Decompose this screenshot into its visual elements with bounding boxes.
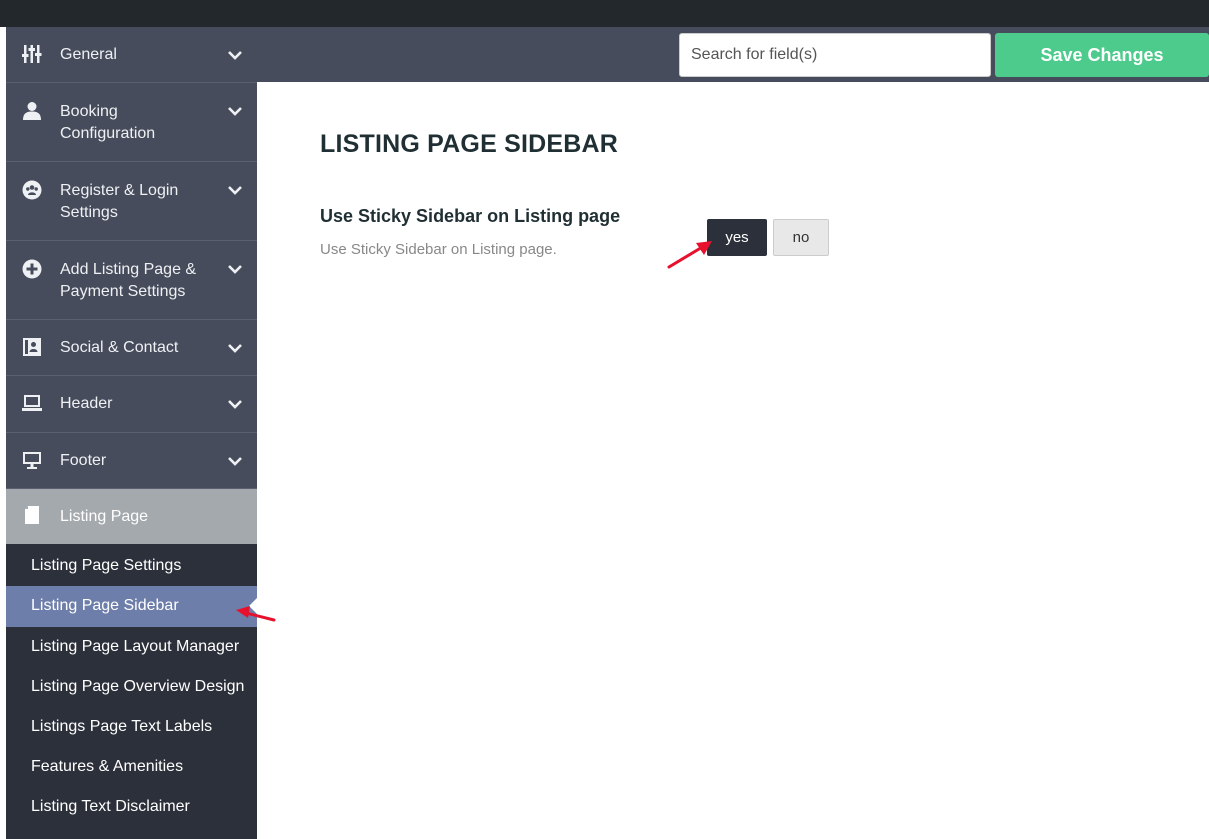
sidebar-item-add-listing-payment[interactable]: Add Listing Page & Payment Settings (6, 241, 257, 320)
field-title: Use Sticky Sidebar on Listing page (320, 206, 621, 226)
sidebar-item-label: Listing Page (60, 508, 149, 525)
field-description: Use Sticky Sidebar on Listing page. (320, 241, 557, 258)
main-content: LISTING PAGE SIDEBAR Use Sticky Sidebar … (257, 82, 1209, 839)
chevron-down-icon (228, 344, 242, 353)
chevron-down-icon (228, 265, 242, 274)
sidebar-item-label: Header (60, 395, 113, 412)
monitor-icon (22, 450, 42, 470)
chevron-down-icon (228, 457, 242, 466)
sidebar-item-header[interactable]: Header (6, 376, 257, 433)
sidebar-item-label: Social & Contact (60, 339, 179, 356)
save-changes-button[interactable]: Save Changes (995, 33, 1209, 77)
toggle-yes-button[interactable]: yes (707, 219, 767, 256)
file-icon (22, 505, 42, 525)
sidebar-item-label: Booking Configuration (60, 103, 156, 142)
sidebar-item-register-login[interactable]: Register & Login Settings (6, 162, 257, 241)
submenu-item-listing-page-sidebar[interactable]: Listing Page Sidebar (6, 586, 257, 627)
submenu-item-listing-page-settings[interactable]: Listing Page Settings (6, 546, 257, 586)
page-title: LISTING PAGE SIDEBAR (320, 130, 619, 158)
chevron-down-icon (228, 51, 242, 60)
sidebar-item-label: Register & Login Settings (60, 182, 179, 221)
user-icon (22, 101, 42, 121)
sidebar-item-social-contact[interactable]: Social & Contact (6, 320, 257, 376)
sidebar-item-label: General (60, 46, 117, 63)
chevron-down-icon (228, 400, 242, 409)
sidebar-item-label: Add Listing Page & Payment Settings (60, 261, 197, 300)
plus-circle-icon (22, 259, 42, 279)
chevron-down-icon (228, 107, 242, 116)
sidebar-item-booking-configuration[interactable]: Booking Configuration (6, 83, 257, 162)
admin-top-bar (0, 0, 1209, 27)
chevron-down-icon (228, 186, 242, 195)
submenu-item-text-disclaimer[interactable]: Listing Text Disclaimer (6, 787, 257, 827)
sidebar-item-listing-page[interactable]: Listing Page (6, 489, 257, 544)
users-circle-icon (22, 180, 42, 200)
listing-page-submenu: Listing Page Settings Listing Page Sideb… (6, 544, 257, 827)
submenu-item-features-amenities[interactable]: Features & Amenities (6, 747, 257, 787)
submenu-item-text-labels[interactable]: Listings Page Text Labels (6, 707, 257, 747)
options-sidebar: General Booking Configuration Register &… (6, 27, 257, 839)
submenu-item-layout-manager[interactable]: Listing Page Layout Manager (6, 627, 257, 667)
laptop-icon (22, 393, 42, 413)
options-header: Save Changes (257, 27, 1209, 82)
sidebar-item-label: Footer (60, 452, 107, 469)
toggle-no-button[interactable]: no (773, 219, 829, 256)
contact-card-icon (22, 337, 42, 357)
search-input[interactable] (679, 33, 991, 77)
sidebar-item-general[interactable]: General (6, 27, 257, 83)
sliders-icon (22, 44, 42, 64)
sidebar-item-footer[interactable]: Footer (6, 433, 257, 489)
submenu-item-overview-design[interactable]: Listing Page Overview Design (6, 667, 257, 707)
